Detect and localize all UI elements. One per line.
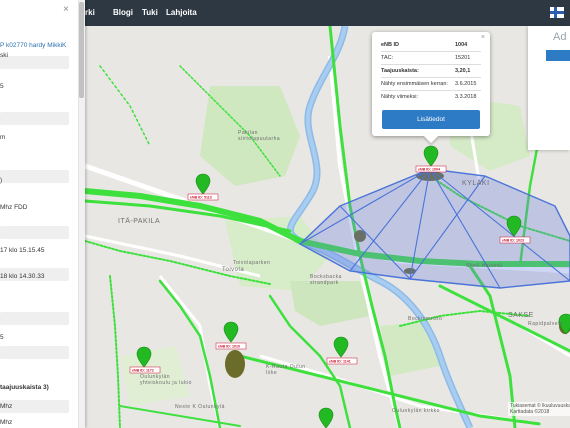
pin-1141[interactable]: eNB ID: 1141	[326, 336, 358, 365]
district-label: SAKSE	[508, 312, 534, 319]
pin-label: eNB ID: 1010	[218, 345, 240, 349]
popup-value: 3.6.2015	[455, 81, 477, 87]
pin-label: eNB ID: 5113	[190, 196, 212, 200]
sidebar-band	[0, 312, 69, 325]
nav-item-map[interactable]: rki	[85, 8, 95, 17]
place-label: K-Rauta Oulun liike	[266, 364, 306, 376]
popup-key: Nähty viimeksi:	[381, 94, 418, 100]
search-button[interactable]	[546, 50, 570, 61]
park-area	[290, 281, 370, 326]
sidebar-section-header: taajuuskaista 3)	[0, 384, 49, 391]
sidebar-band	[0, 346, 69, 359]
popup-key: eNB ID	[381, 42, 400, 48]
scrollbar-thumb[interactable]	[79, 2, 84, 98]
divider	[381, 90, 481, 91]
popup-value: 1004	[455, 42, 468, 48]
sidebar-text: Mhz FDD	[0, 204, 28, 211]
pin-5113[interactable]: eNB ID: 5113	[187, 173, 219, 201]
popup-key: Taajuuskaista:	[381, 68, 419, 74]
park-label: Bocksbacka strandpark	[310, 274, 342, 286]
enb-popup: × eNB ID 1004 TAC: 15201 Taajuuskaista: …	[372, 32, 490, 144]
sidebar-band	[0, 226, 69, 239]
place-label: Bockinpuisto	[408, 316, 443, 322]
sidebar-text: 5	[0, 83, 4, 90]
divider	[381, 51, 481, 52]
sidebar-text: Mhz	[0, 419, 13, 426]
divider	[381, 64, 481, 65]
pin-label: eNB ID: 1004	[418, 168, 440, 172]
sidebar-scrollbar[interactable]	[78, 0, 85, 428]
pin-1019[interactable]	[318, 407, 334, 428]
map-attribution: Tukiasemat © lkuuluvuuskartta Karttadata…	[508, 402, 570, 416]
address-input[interactable]: Ad	[553, 31, 566, 43]
popup-key: Nähty ensimmäisen kerran:	[381, 81, 448, 87]
nav-item-support[interactable]: Tuki	[142, 8, 158, 17]
pin-1004[interactable]: eNB ID: 1004	[415, 145, 447, 173]
sidebar-text: Mhz	[0, 403, 13, 410]
place-label: Shell Helsinki	[466, 263, 504, 269]
sidebar-text: ski	[0, 52, 8, 59]
popup-value: 3.3.2018	[455, 94, 477, 100]
sidebar-operator[interactable]: P k02770 hardy MikkiK	[0, 42, 78, 49]
popup-close-icon[interactable]: ×	[481, 34, 485, 41]
top-navbar: rki Blogi Tuki Lahjoita	[0, 0, 570, 26]
more-info-button[interactable]: Lisätiedot	[382, 110, 480, 129]
popup-value: 3,20,1	[455, 68, 471, 74]
place-label: Oulunkylän yhteiskoulu ja lukio	[140, 374, 192, 386]
pin-label: eNB ID: 1023	[502, 239, 524, 243]
close-icon[interactable]: ×	[63, 4, 69, 15]
language-flag-icon[interactable]	[550, 7, 564, 18]
pin-label: eNB ID: 1172	[132, 369, 154, 373]
sidebar-text: 17 klo 15.15.45	[0, 247, 45, 254]
district-label: KYLÄKI	[462, 180, 490, 187]
divider	[381, 77, 481, 78]
district-label: ITÄ-PAKILA	[118, 218, 161, 225]
nav-item-blog[interactable]: Blogi	[113, 8, 133, 17]
sidebar-text: 18 klo 14.30.33	[0, 273, 45, 280]
sidebar-band	[0, 112, 69, 125]
place-label: Oulunkylän kirkko	[392, 408, 440, 414]
sidebar-text: 5	[0, 334, 4, 341]
app-root: eNB ID: 5113 eNB ID: 1004 eNB ID: 1023 e…	[0, 0, 570, 428]
park-label: Toivolaparken	[233, 260, 271, 266]
pin-1010[interactable]: eNB ID: 1010	[215, 321, 247, 350]
place-label: Rapidpalvelu	[528, 321, 563, 327]
sidebar-text: m	[0, 134, 6, 141]
info-sidebar: × P k02770 hardy MikkiK ski 5 m ) Mhz FD…	[0, 0, 85, 428]
sidebar-text: )	[0, 177, 3, 184]
popup-value: 15201	[455, 55, 471, 61]
popup-key: TAC:	[381, 55, 394, 61]
place-label: Neste K Oulunkylä	[175, 404, 225, 410]
right-search-widget: Ad	[528, 26, 570, 150]
pin-label: eNB ID: 1141	[329, 360, 351, 364]
district-label: Toivola	[222, 267, 245, 273]
park-label: Pakilan siirtolapuutarha	[238, 130, 281, 142]
nav-item-donate[interactable]: Lahjoita	[166, 8, 197, 17]
